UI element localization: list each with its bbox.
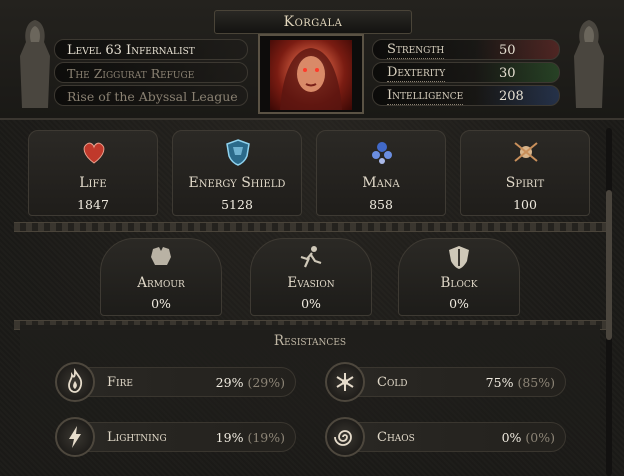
attribute-intelligence[interactable]: Intelligence 208 xyxy=(372,85,560,106)
lightning-icon xyxy=(69,426,81,448)
resistance-lightning[interactable]: Lightning 19% (19%) xyxy=(55,417,296,457)
character-panel: Korgala Level 63 Infernalist The Ziggura… xyxy=(0,0,624,476)
attribute-label: Intelligence xyxy=(387,88,464,105)
mana-icon xyxy=(372,142,392,164)
stat-label: Life xyxy=(79,175,107,191)
resistance-current: 19% xyxy=(215,430,244,445)
resistance-chaos[interactable]: Chaos 0% (0%) xyxy=(325,417,566,457)
spirit-icon xyxy=(514,142,538,162)
stat-value: 0% xyxy=(151,296,171,311)
resistance-max: (85%) xyxy=(517,375,555,390)
stat-value: 100 xyxy=(513,197,537,212)
resistance-current: 75% xyxy=(485,375,514,390)
stat-label: Energy Shield xyxy=(188,175,286,191)
stat-card-energy-shield[interactable]: Energy Shield 5128 xyxy=(172,130,302,216)
league-field: Rise of the Abyssal League xyxy=(54,85,248,106)
stat-card-armour[interactable]: Armour 0% xyxy=(100,238,222,316)
fire-icon xyxy=(68,368,83,393)
portrait-frame xyxy=(258,34,364,114)
resistance-value: 19% (19%) xyxy=(216,430,285,445)
resistances-title: Resistances xyxy=(273,333,347,349)
resistance-max: (29%) xyxy=(247,375,285,390)
resistance-value: 0% (0%) xyxy=(502,430,555,445)
stat-label: Armour xyxy=(137,275,185,291)
attribute-strength[interactable]: Strength 50 xyxy=(372,39,560,60)
resistance-current: 0% xyxy=(501,430,522,445)
statue-right-icon xyxy=(574,20,604,108)
attribute-value: 50 xyxy=(499,43,516,58)
evasion-icon xyxy=(300,246,322,268)
character-portrait xyxy=(270,40,352,110)
armour-icon xyxy=(151,247,171,265)
statue-left-icon xyxy=(20,20,50,108)
level-class-text: Level 63 Infernalist xyxy=(67,43,195,58)
portrait-face-icon xyxy=(280,48,342,110)
stat-value: 5128 xyxy=(221,197,253,212)
block-icon xyxy=(449,246,469,269)
stat-label: Spirit xyxy=(505,175,545,191)
attribute-label: Strength xyxy=(387,42,445,59)
resistance-label: Fire xyxy=(107,375,133,390)
stat-label: Mana xyxy=(362,175,400,191)
stat-value: 0% xyxy=(449,296,469,311)
attribute-value: 30 xyxy=(499,66,516,81)
level-class-field: Level 63 Infernalist xyxy=(54,39,248,60)
stat-value: 858 xyxy=(369,197,393,212)
resistance-max: (19%) xyxy=(247,430,285,445)
stat-card-mana[interactable]: Mana 858 xyxy=(316,130,446,216)
stat-card-block[interactable]: Block 0% xyxy=(398,238,520,316)
stat-label: Block xyxy=(440,275,478,291)
stat-card-spirit[interactable]: Spirit 100 xyxy=(460,130,590,216)
stat-card-evasion[interactable]: Evasion 0% xyxy=(250,238,372,316)
stat-value: 0% xyxy=(301,296,321,311)
cold-icon xyxy=(336,373,354,391)
character-header: Korgala Level 63 Infernalist The Ziggura… xyxy=(0,0,624,120)
heart-icon xyxy=(83,142,105,164)
character-name: Korgala xyxy=(214,10,412,34)
league-text: Rise of the Abyssal League xyxy=(67,89,238,104)
resistance-label: Cold xyxy=(377,375,408,390)
resistance-label: Lightning xyxy=(107,430,167,445)
attribute-dexterity[interactable]: Dexterity 30 xyxy=(372,62,560,83)
stat-value: 1847 xyxy=(77,197,109,212)
ornament-divider xyxy=(14,222,610,232)
resistance-fire[interactable]: Fire 29% (29%) xyxy=(55,362,296,402)
attribute-label: Dexterity xyxy=(387,65,446,82)
resistance-label: Chaos xyxy=(377,430,415,445)
chaos-icon xyxy=(334,430,352,446)
stat-label: Evasion xyxy=(287,275,335,291)
shield-icon xyxy=(226,139,250,166)
resistance-max: (0%) xyxy=(525,430,555,445)
area-field: The Ziggurat Refuge xyxy=(54,62,248,83)
attribute-value: 208 xyxy=(499,89,524,104)
resistances-panel: Resistances Fire 29% (29%) Cold 75% (85%… xyxy=(20,325,600,476)
scrollbar[interactable] xyxy=(606,128,612,476)
resistance-value: 29% (29%) xyxy=(216,375,285,390)
stat-card-life[interactable]: Life 1847 xyxy=(28,130,158,216)
resistance-cold[interactable]: Cold 75% (85%) xyxy=(325,362,566,402)
resistance-current: 29% xyxy=(215,375,244,390)
area-text: The Ziggurat Refuge xyxy=(67,66,195,81)
resistance-value: 75% (85%) xyxy=(486,375,555,390)
scrollbar-thumb[interactable] xyxy=(606,190,612,340)
